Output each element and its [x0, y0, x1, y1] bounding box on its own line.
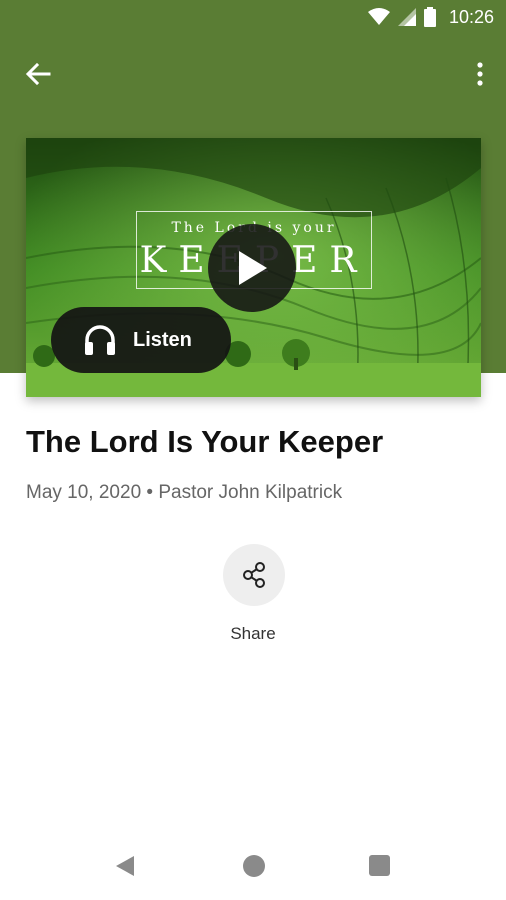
listen-button[interactable]: Listen [51, 307, 231, 373]
cellular-signal-icon [398, 8, 416, 26]
nav-recents-icon[interactable] [369, 855, 390, 876]
nav-back-icon[interactable] [114, 854, 136, 878]
status-bar: 10:26 [0, 0, 506, 36]
battery-icon [424, 7, 436, 27]
status-icons [368, 7, 436, 27]
share-icon [243, 562, 265, 588]
share-label: Share [230, 624, 276, 643]
sermon-artwork: The Lord is your KEEPER Listen [26, 138, 481, 397]
back-button[interactable] [18, 56, 58, 92]
play-button[interactable] [208, 224, 296, 312]
wifi-icon [368, 8, 390, 25]
headphones-icon [83, 323, 117, 357]
play-icon [239, 251, 267, 285]
share-button[interactable] [223, 544, 285, 606]
more-vert-icon [477, 62, 483, 86]
share-action: Share [213, 544, 293, 644]
arrow-back-icon [25, 62, 51, 86]
listen-label: Listen [133, 328, 192, 351]
system-navigation-bar [0, 828, 506, 900]
sermon-title: The Lord Is Your Keeper [26, 424, 384, 459]
nav-home-icon[interactable] [243, 855, 265, 877]
status-time: 10:26 [448, 7, 494, 27]
sermon-meta: May 10, 2020 • Pastor John Kilpatrick [26, 482, 343, 503]
more-options-button[interactable] [468, 56, 492, 92]
app-bar [0, 36, 506, 112]
